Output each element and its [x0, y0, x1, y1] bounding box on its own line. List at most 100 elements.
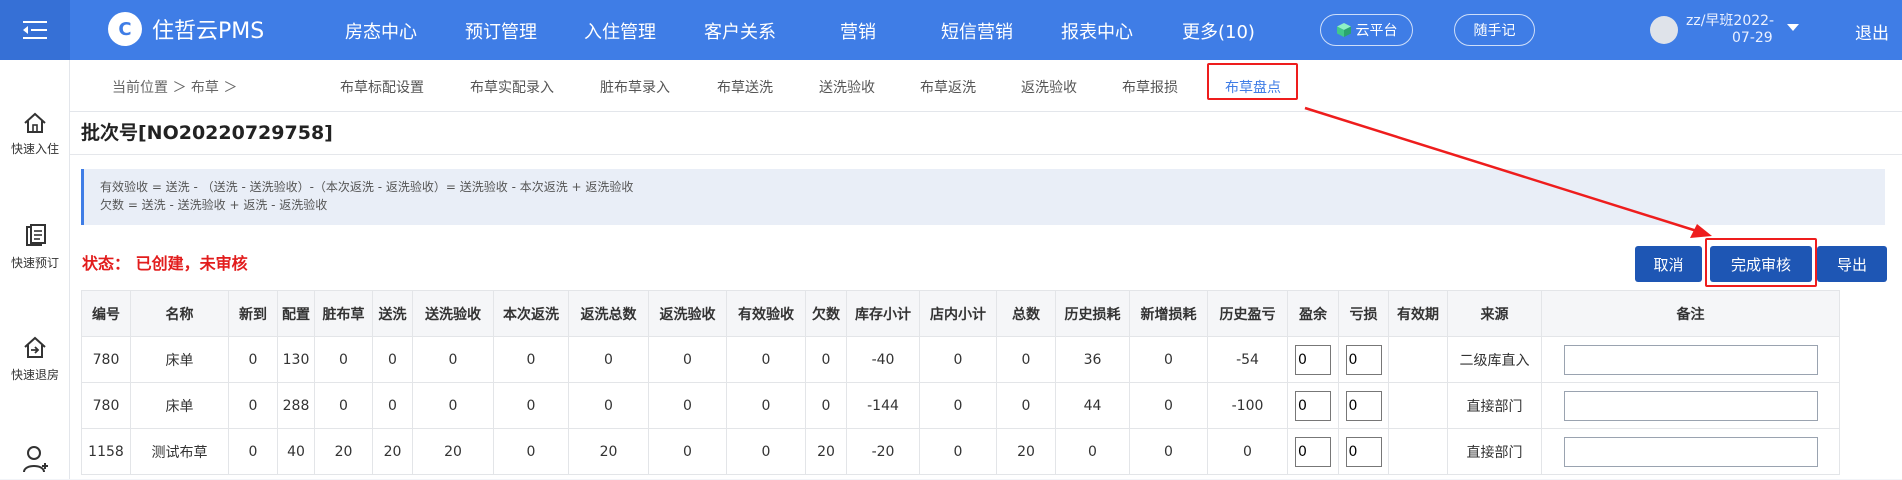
cell-expiry [1388, 428, 1448, 475]
cell-value: 20 [412, 428, 494, 475]
cell-value: 0 [412, 336, 494, 383]
surplus-input[interactable] [1295, 344, 1331, 375]
sidebar-item-quick-checkout[interactable]: 快速退房 [0, 336, 70, 383]
sub-nav: 当前位置 ＞ 布草 ＞ 布草标配设置 布草实配录入 脏布草录入 布草送洗 送洗验… [70, 60, 1902, 112]
nav-sms-marketing[interactable]: 短信营销 [941, 18, 1013, 44]
export-button[interactable]: 导出 [1817, 246, 1887, 282]
logo-badge: C [108, 12, 142, 46]
tab-linen-standard-setup[interactable]: 布草标配设置 [340, 77, 424, 97]
batch-title: 批次号[NO20220729758] [81, 122, 333, 144]
cell-remark [1541, 428, 1840, 475]
col-header: 店内小计 [919, 290, 997, 337]
surplus-input[interactable] [1295, 436, 1331, 467]
cell-value: 0 [314, 382, 373, 429]
cell-value: 20 [568, 428, 649, 475]
cell-value: 44 [1055, 382, 1130, 429]
menu-toggle-button[interactable] [0, 0, 70, 60]
cell-value: 0 [1055, 428, 1130, 475]
tab-wash-acceptance[interactable]: 送洗验收 [819, 77, 875, 97]
annotation-box-tab [1207, 63, 1298, 100]
col-header: 脏布草 [314, 290, 373, 337]
cell-id: 1158 [81, 428, 131, 475]
cell-value: 0 [372, 382, 413, 429]
tab-rewash-acceptance[interactable]: 返洗验收 [1021, 77, 1077, 97]
cell-value: -20 [846, 428, 920, 475]
cell-value: -100 [1207, 382, 1288, 429]
loss-input[interactable] [1345, 436, 1382, 467]
cell-value: 0 [412, 382, 494, 429]
cell-value: 0 [1129, 428, 1208, 475]
app-logo[interactable]: C 住哲云PMS [108, 12, 264, 46]
remark-input[interactable] [1563, 344, 1818, 375]
user-menu[interactable]: zz/早班2022- 07-29 [1650, 13, 1776, 47]
nav-reports[interactable]: 报表中心 [1061, 18, 1133, 44]
cell-id: 780 [81, 336, 131, 383]
status-text: 状态： 已创建，未审核 [82, 254, 248, 273]
divider [70, 154, 1902, 155]
tab-dirty-linen-entry[interactable]: 脏布草录入 [600, 77, 670, 97]
cell-value: 288 [277, 382, 315, 429]
col-header: 编号 [81, 290, 131, 337]
sidebar-item-label: 快速预订 [10, 256, 59, 270]
col-header: 名称 [130, 290, 229, 337]
cell-value: 0 [228, 336, 278, 383]
tab-linen-actual-entry[interactable]: 布草实配录入 [470, 77, 554, 97]
cell-loss [1338, 382, 1389, 429]
cell-value: 0 [648, 382, 727, 429]
cell-surplus [1287, 382, 1339, 429]
cloud-platform-label: 云平台 [1355, 23, 1398, 39]
sidebar-item-quick-checkin[interactable]: 快速入住 [0, 112, 70, 157]
cell-value: 130 [277, 336, 315, 383]
notes-button[interactable]: 随手记 [1454, 14, 1535, 46]
formula-note: 有效验收 = 送洗 - （送洗 - 送洗验收）-（本次返洗 - 返洗验收）= 送… [81, 169, 1885, 225]
cell-value: 0 [372, 336, 413, 383]
col-header: 本次返洗 [493, 290, 569, 337]
tab-linen-rewash[interactable]: 布草返洗 [920, 77, 976, 97]
chevron-down-icon[interactable] [1787, 24, 1799, 31]
col-header: 库存小计 [846, 290, 920, 337]
loss-input[interactable] [1345, 344, 1382, 375]
sidebar-item-quick-booking[interactable]: 快速预订 [0, 224, 70, 271]
cell-value: 20 [372, 428, 413, 475]
table-row: 780 床单 0 130 0 0 0 0 0 0 0 0 -40 0 0 36 … [81, 336, 1840, 383]
nav-marketing[interactable]: 营销 [840, 18, 876, 44]
user-add-icon [23, 446, 48, 473]
col-header: 新增损耗 [1129, 290, 1208, 337]
cloud-platform-button[interactable]: 云平台 [1320, 14, 1413, 46]
surplus-input[interactable] [1295, 390, 1331, 421]
logout-link[interactable]: 退出 [1855, 19, 1889, 44]
clipboard-icon [26, 224, 46, 246]
cell-source: 直接部门 [1447, 382, 1542, 429]
sidebar-item-add-guest[interactable] [0, 444, 70, 480]
sidebar-item-label: 快速入住 [10, 142, 59, 156]
cell-value: 0 [996, 382, 1056, 429]
col-header: 配置 [277, 290, 315, 337]
tab-linen-send-wash[interactable]: 布草送洗 [717, 77, 773, 97]
cell-value: 0 [1129, 382, 1208, 429]
col-header: 送洗 [372, 290, 413, 337]
col-header: 返洗验收 [648, 290, 727, 337]
user-shift-label: zz/早班2022- 07-29 [1686, 13, 1776, 47]
cell-name: 测试布草 [130, 428, 229, 475]
col-header: 盈余 [1287, 290, 1339, 337]
remark-input[interactable] [1563, 390, 1818, 421]
nav-room-status[interactable]: 房态中心 [345, 18, 417, 44]
cell-loss [1338, 428, 1389, 475]
tab-linen-damage[interactable]: 布草报损 [1122, 77, 1178, 97]
cell-value: 0 [493, 336, 569, 383]
cell-value: 20 [314, 428, 373, 475]
nav-booking[interactable]: 预订管理 [465, 18, 537, 44]
cancel-button[interactable]: 取消 [1635, 246, 1702, 282]
nav-checkin[interactable]: 入住管理 [584, 18, 656, 44]
cell-value: 0 [919, 382, 997, 429]
cell-value: 0 [314, 336, 373, 383]
avatar [1650, 16, 1678, 44]
cell-value: 0 [996, 336, 1056, 383]
cell-value: 0 [568, 382, 649, 429]
cell-expiry [1388, 336, 1448, 383]
loss-input[interactable] [1345, 390, 1382, 421]
remark-input[interactable] [1563, 436, 1818, 467]
nav-more[interactable]: 更多(10) [1182, 18, 1255, 44]
nav-crm[interactable]: 客户关系 [704, 18, 776, 44]
home-icon [24, 112, 46, 133]
